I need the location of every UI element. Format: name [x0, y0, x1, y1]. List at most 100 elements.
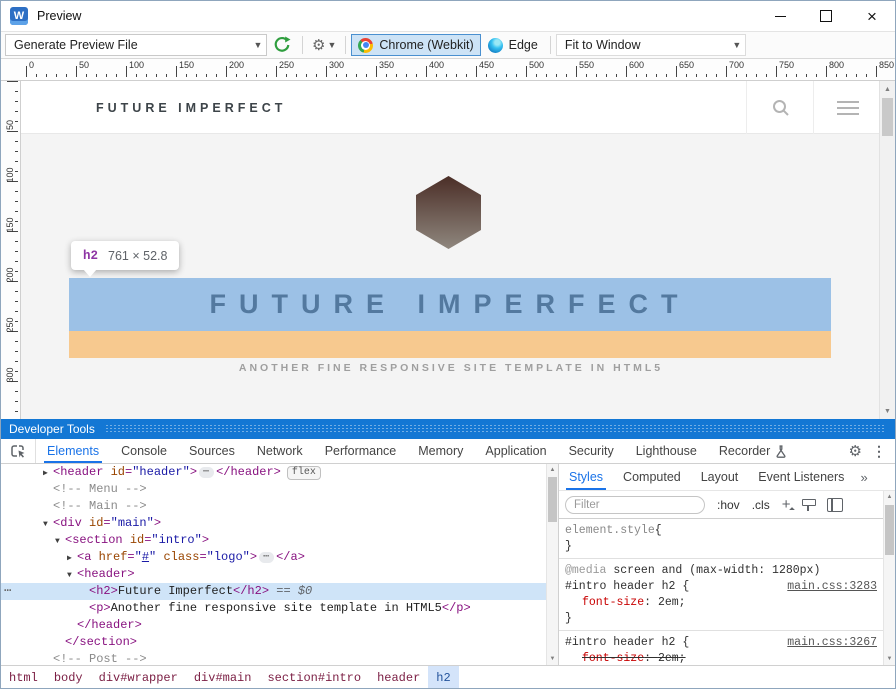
ruler-tick — [846, 74, 847, 77]
breadcrumb-div-main[interactable]: div#main — [186, 666, 260, 689]
scroll-up-icon[interactable]: ▲ — [884, 491, 895, 503]
breadcrumb-div-wrapper[interactable]: div#wrapper — [91, 666, 186, 689]
site-logo-text[interactable]: FUTURE IMPERFECT — [96, 81, 286, 134]
sidebar-tab-layout[interactable]: Layout — [691, 464, 749, 490]
sidebar-layout-icon[interactable] — [827, 498, 843, 512]
stylesheet-link[interactable]: main.css:3267 — [779, 635, 877, 651]
sidebar-tab-styles[interactable]: Styles — [559, 464, 613, 490]
ruler-label: 150 — [5, 215, 15, 235]
styles-scrollbar[interactable]: ▲ ▼ — [883, 491, 895, 665]
devtools-tab-memory[interactable]: Memory — [407, 439, 474, 463]
devtools-tab-elements[interactable]: Elements — [36, 439, 110, 463]
devtools-tab-security[interactable]: Security — [558, 439, 625, 463]
devtools-tab-network[interactable]: Network — [246, 439, 314, 463]
scrollbar-thumb[interactable] — [885, 505, 894, 555]
scroll-down-icon[interactable]: ▼ — [547, 653, 558, 665]
inline-expand-dots[interactable]: ⋯ — [259, 552, 274, 563]
dom-tree-row[interactable]: ▼<header> — [1, 566, 546, 583]
ruler-label: 50 — [5, 115, 15, 135]
dom-pun: = — [103, 516, 110, 530]
toggle-class-button[interactable]: .cls — [752, 498, 770, 512]
dom-tree-row[interactable]: ▶<header id="header">⋯</header>flex — [1, 464, 546, 481]
dom-tree-row[interactable]: </section> — [1, 634, 546, 651]
new-style-rule-button[interactable]: + — [782, 496, 791, 513]
refresh-icon[interactable] — [273, 36, 291, 54]
dom-tree-scrollbar[interactable]: ▲ ▼ — [546, 464, 558, 665]
devtools-tab-bar: ElementsConsoleSourcesNetworkPerformance… — [1, 439, 895, 464]
sidebar-tab-computed[interactable]: Computed — [613, 464, 691, 490]
devtools-tab-lighthouse[interactable]: Lighthouse — [625, 439, 708, 463]
scroll-down-icon[interactable]: ▼ — [880, 403, 895, 419]
close-button[interactable]: × — [849, 1, 895, 31]
maximize-button[interactable] — [803, 1, 849, 31]
expand-arrow-down-icon[interactable]: ▼ — [67, 567, 77, 584]
dom-tree-row[interactable]: ⋯<h2>Future Imperfect</h2> == $0 — [1, 583, 546, 600]
ruler-tick — [15, 291, 18, 292]
ruler-tick — [866, 74, 867, 77]
dom-tree-row[interactable]: <p>Another fine responsive site template… — [1, 600, 546, 617]
dom-tag: <header — [53, 465, 111, 479]
stylesheet-link[interactable]: main.css:3283 — [779, 579, 877, 595]
expand-arrow-down-icon[interactable]: ▼ — [43, 516, 53, 533]
breadcrumb-header[interactable]: header — [369, 666, 428, 689]
inspect-element-button[interactable] — [1, 439, 36, 463]
more-tabs-chevron-icon[interactable]: » — [854, 464, 873, 490]
minimize-button[interactable] — [757, 1, 803, 31]
devtools-tab-sources[interactable]: Sources — [178, 439, 246, 463]
devtools-tab-performance[interactable]: Performance — [314, 439, 408, 463]
paint-roller-icon[interactable] — [802, 498, 815, 511]
expand-arrow-right-icon[interactable]: ▶ — [67, 550, 77, 567]
scroll-up-icon[interactable]: ▲ — [547, 464, 558, 476]
preview-scrollbar[interactable]: ▲ ▼ — [879, 81, 895, 419]
devtools-title-bar[interactable]: Developer Tools — [1, 419, 895, 439]
breadcrumb-h2[interactable]: h2 — [428, 666, 458, 689]
dom-tree-row[interactable]: <!-- Main --> — [1, 498, 546, 515]
ruler-label: 250 — [279, 60, 294, 70]
chrome-webkit-button[interactable]: Chrome (Webkit) — [351, 34, 480, 56]
dom-tree-row[interactable]: <!-- Post --> — [1, 651, 546, 665]
css-property[interactable]: font-size: 2em; — [565, 595, 877, 611]
inline-expand-dots[interactable]: ⋯ — [199, 467, 214, 478]
scrollbar-thumb[interactable] — [548, 477, 557, 522]
expand-arrow-right-icon[interactable]: ▶ — [43, 465, 53, 482]
css-property[interactable]: font-size: 2em; — [565, 651, 877, 665]
ruler-tick — [7, 81, 18, 82]
generate-preview-select[interactable]: Generate Preview File ▼ — [5, 34, 267, 56]
dom-tree-row[interactable]: ▼<div id="main"> — [1, 515, 546, 532]
site-search-button[interactable] — [746, 81, 814, 134]
gear-icon[interactable]: ⚙ — [312, 36, 325, 54]
devtools-tab-console[interactable]: Console — [110, 439, 178, 463]
ruler-tick — [15, 351, 18, 352]
dom-attr: id — [89, 516, 103, 530]
settings-gear-icon[interactable]: ⚙ — [841, 442, 870, 460]
breadcrumb-html[interactable]: html — [1, 666, 46, 689]
ruler-tick — [336, 74, 337, 77]
ruler-label: 400 — [429, 60, 444, 70]
window-title: Preview — [37, 9, 81, 23]
scrollbar-thumb[interactable] — [882, 98, 893, 136]
site-menu-button[interactable] — [813, 81, 882, 134]
site-logo-hexagon[interactable] — [416, 176, 481, 249]
styles-filter-input[interactable] — [565, 496, 705, 514]
flex-badge[interactable]: flex — [287, 466, 321, 480]
sidebar-tab-event-listeners[interactable]: Event Listeners — [748, 464, 854, 490]
gear-dropdown-arrow-icon[interactable]: ▼ — [327, 40, 336, 50]
scroll-up-icon[interactable]: ▲ — [880, 81, 895, 97]
dom-tree-row[interactable]: ▶<a href="#" class="logo">⋯</a> — [1, 549, 546, 566]
edge-button[interactable]: Edge — [481, 34, 545, 56]
ruler-tick — [15, 251, 18, 252]
devtools-tab-recorder[interactable]: Recorder — [708, 439, 798, 463]
dom-tree-row[interactable]: ▼<section id="intro"> — [1, 532, 546, 549]
row-menu-dots[interactable]: ⋯ — [4, 583, 12, 600]
zoom-select[interactable]: Fit to Window ▼ — [556, 34, 746, 56]
breadcrumb-body[interactable]: body — [46, 666, 91, 689]
expand-arrow-down-icon[interactable]: ▼ — [55, 533, 65, 550]
dom-tree-row[interactable]: </header> — [1, 617, 546, 634]
scroll-down-icon[interactable]: ▼ — [884, 653, 895, 665]
kebab-menu-icon[interactable]: ⋮ — [870, 443, 895, 460]
breadcrumb-section-intro[interactable]: section#intro — [259, 666, 369, 689]
dom-tree-row[interactable]: <!-- Menu --> — [1, 481, 546, 498]
devtools-tab-application[interactable]: Application — [474, 439, 557, 463]
toggle-hover-state-button[interactable]: :hov — [717, 498, 740, 512]
dom-attr: class — [163, 550, 199, 564]
